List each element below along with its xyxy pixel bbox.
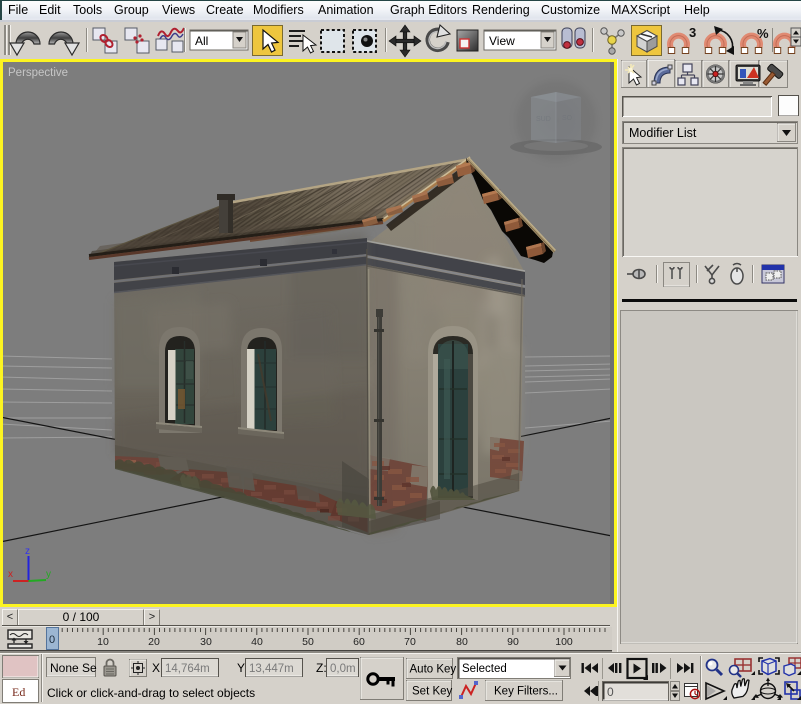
svg-text:40: 40 xyxy=(251,636,263,648)
svg-text:SUD: SUD xyxy=(536,116,551,123)
svg-text:3: 3 xyxy=(689,25,696,40)
svg-text:60: 60 xyxy=(353,636,365,648)
svg-text:Ed: Ed xyxy=(12,685,25,699)
svg-text:70: 70 xyxy=(404,636,416,648)
svg-text:0: 0 xyxy=(607,685,614,699)
svg-text:30: 30 xyxy=(200,636,212,648)
svg-text:Z:: Z: xyxy=(316,661,327,675)
svg-text:100: 100 xyxy=(555,636,573,648)
svg-text:View: View xyxy=(489,34,515,48)
svg-text:90: 90 xyxy=(507,636,519,648)
svg-text:All: All xyxy=(195,34,208,48)
svg-text:None Se: None Se xyxy=(50,661,97,675)
svg-text:y: y xyxy=(46,569,51,580)
svg-text:Click or click-and-drag to sel: Click or click-and-drag to select object… xyxy=(47,686,255,700)
svg-text:13,447m: 13,447m xyxy=(249,663,294,675)
svg-text:Set Key: Set Key xyxy=(412,686,453,698)
svg-text:x: x xyxy=(8,569,13,580)
svg-text:0: 0 xyxy=(49,634,55,646)
svg-text:Modifier List: Modifier List xyxy=(629,126,697,140)
svg-text:Perspective: Perspective xyxy=(8,67,68,79)
svg-text:80: 80 xyxy=(456,636,468,648)
svg-text:14,764m: 14,764m xyxy=(165,663,210,675)
svg-text:%: % xyxy=(757,26,769,41)
svg-text:10: 10 xyxy=(97,636,109,648)
svg-text:Selected: Selected xyxy=(462,663,507,675)
svg-text:z: z xyxy=(25,546,30,557)
svg-text:Key Filters...: Key Filters... xyxy=(494,686,558,698)
svg-text:0,0m: 0,0m xyxy=(330,663,356,675)
svg-text:Auto Key: Auto Key xyxy=(410,664,457,676)
svg-text:20: 20 xyxy=(148,636,160,648)
svg-text:SO: SO xyxy=(562,115,573,122)
svg-text:50: 50 xyxy=(302,636,314,648)
